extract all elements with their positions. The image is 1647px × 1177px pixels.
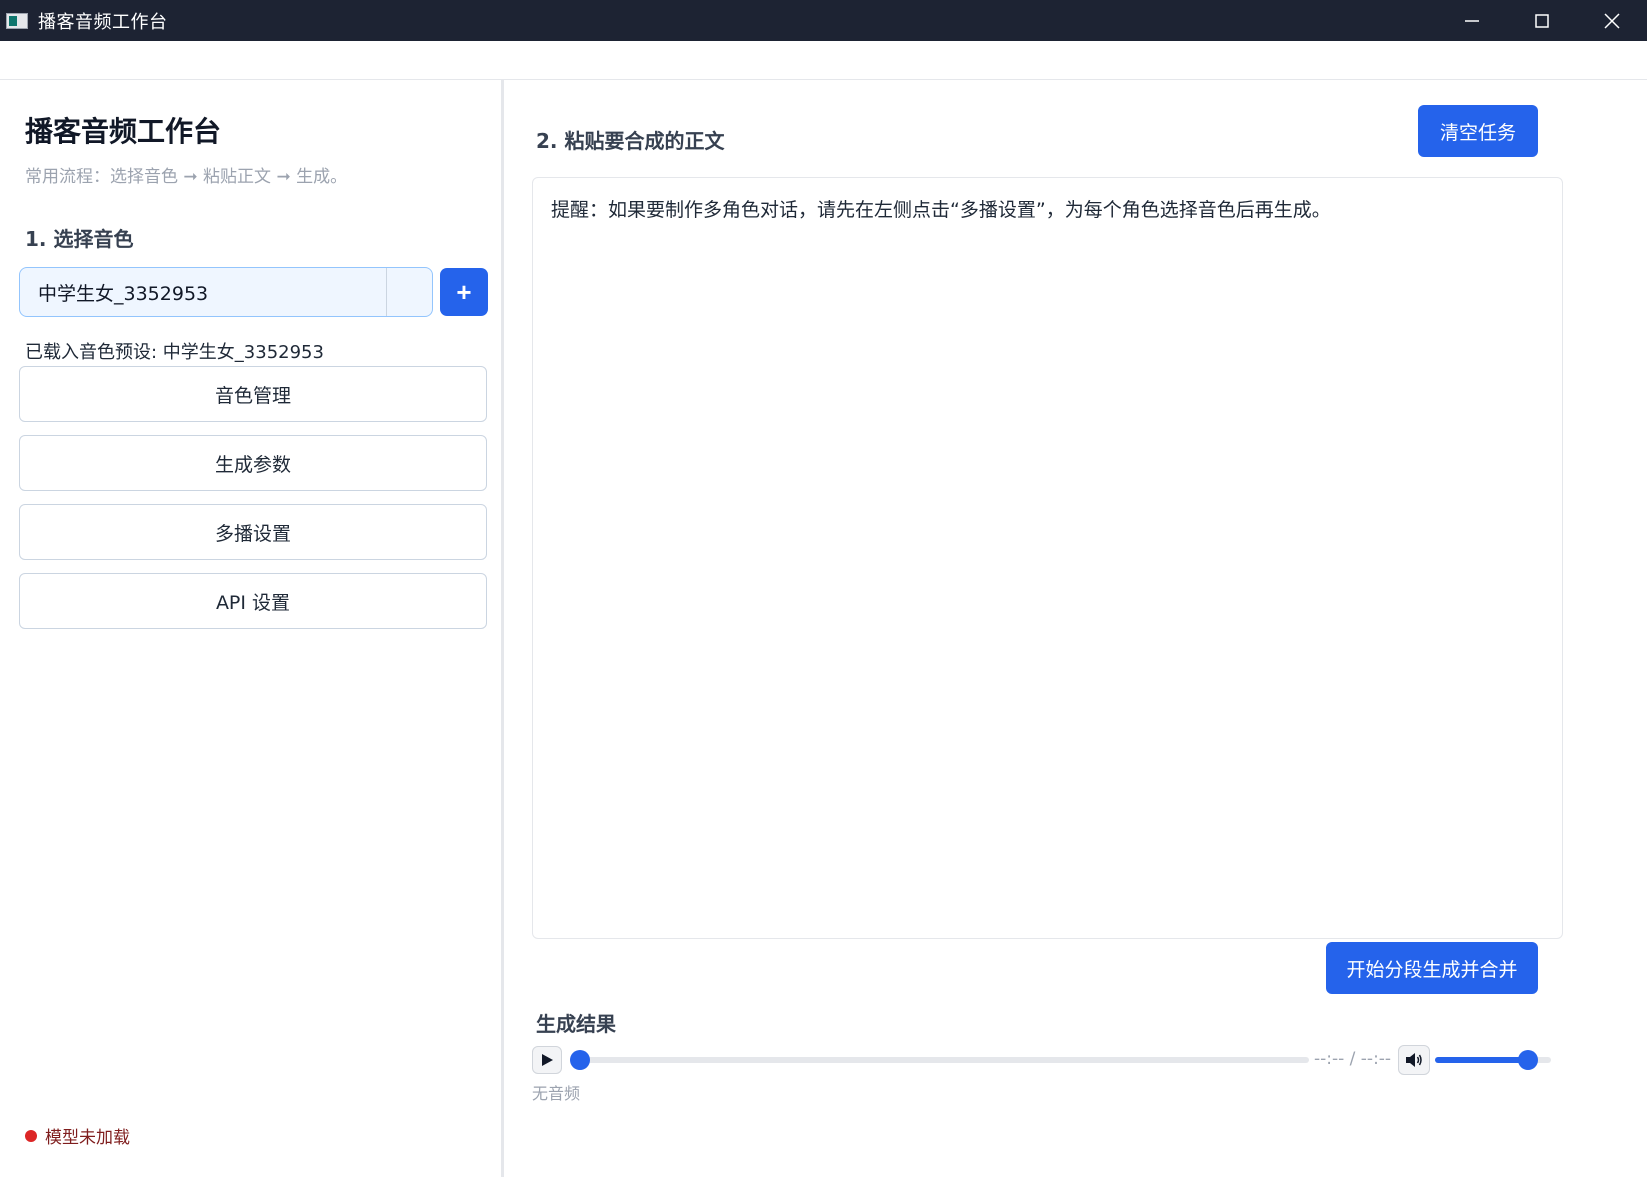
minimize-button[interactable] — [1437, 0, 1507, 41]
voice-section-label: 1. 选择音色 — [25, 227, 134, 251]
audio-player: --:-- / --:-- — [532, 1044, 1552, 1076]
voice-select-dropdown[interactable] — [386, 268, 432, 316]
close-button[interactable] — [1577, 0, 1647, 41]
loaded-preset-status: 已载入音色预设: 中学生女_3352953 — [25, 342, 324, 363]
voice-management-button[interactable]: 音色管理 — [19, 366, 487, 422]
voice-select-value: 中学生女_3352953 — [38, 282, 209, 305]
seek-bar[interactable] — [572, 1057, 1309, 1063]
app-icon — [6, 12, 28, 29]
model-status-text: 模型未加载 — [45, 1128, 130, 1148]
main-panel: 2. 粘贴要合成的正文 清空任务 提醒：如果要制作多角色对话，请先在左侧点击“多… — [507, 80, 1647, 1177]
workflow-hint: 常用流程：选择音色 ➞ 粘贴正文 ➞ 生成。 — [25, 167, 348, 187]
generation-params-button[interactable]: 生成参数 — [19, 435, 487, 491]
voice-select[interactable]: 中学生女_3352953 — [19, 267, 433, 317]
close-icon — [1604, 12, 1620, 29]
play-icon — [542, 1054, 553, 1066]
seek-handle[interactable] — [570, 1050, 590, 1070]
time-display: --:-- / --:-- — [1314, 1049, 1392, 1069]
window-title: 播客音频工作台 — [38, 11, 168, 33]
sidebar: 播客音频工作台 常用流程：选择音色 ➞ 粘贴正文 ➞ 生成。 1. 选择音色 中… — [0, 80, 504, 1177]
minimize-icon — [1465, 19, 1479, 22]
window-titlebar: 播客音频工作台 — [0, 0, 1647, 41]
play-button[interactable] — [532, 1046, 562, 1074]
volume-button[interactable] — [1398, 1045, 1430, 1075]
menu-strip — [0, 41, 1647, 80]
model-status: 模型未加载 — [25, 1123, 130, 1148]
api-settings-button[interactable]: API 设置 — [19, 573, 487, 629]
app-heading: 播客音频工作台 — [25, 115, 222, 148]
volume-fill — [1435, 1057, 1528, 1063]
add-voice-button[interactable]: + — [440, 268, 488, 316]
clear-task-button[interactable]: 清空任务 — [1418, 105, 1538, 157]
generate-merge-button[interactable]: 开始分段生成并合并 — [1326, 942, 1538, 994]
speaker-icon — [1406, 1053, 1422, 1067]
audio-status: 无音频 — [532, 1084, 581, 1103]
maximize-button[interactable] — [1507, 0, 1577, 41]
result-label: 生成结果 — [536, 1012, 616, 1036]
maximize-icon — [1535, 13, 1549, 28]
volume-handle[interactable] — [1517, 1050, 1538, 1070]
window-controls — [1437, 0, 1647, 41]
status-dot-icon — [25, 1129, 37, 1142]
text-section-label: 2. 粘贴要合成的正文 — [536, 129, 725, 153]
text-input-area[interactable]: 提醒：如果要制作多角色对话，请先在左侧点击“多播设置”，为每个角色选择音色后再生… — [532, 177, 1563, 939]
multi-speaker-settings-button[interactable]: 多播设置 — [19, 504, 487, 560]
